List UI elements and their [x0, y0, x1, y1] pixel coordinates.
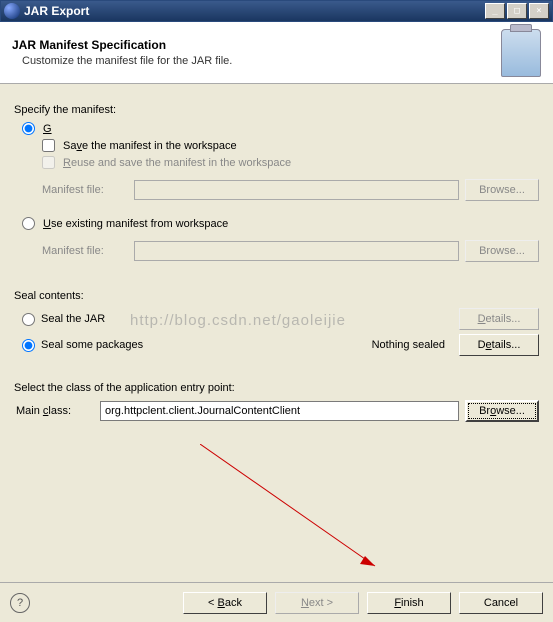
annotation-arrow [200, 444, 400, 584]
seal-section-label: Seal contents: [14, 290, 539, 302]
window-title: JAR Export [24, 4, 485, 18]
manifest-file-input-1 [134, 180, 459, 200]
cancel-button[interactable]: Cancel [459, 592, 543, 614]
main-class-input[interactable] [100, 401, 459, 421]
generate-manifest-radio-row: G [22, 122, 539, 135]
finish-button[interactable]: Finish [367, 592, 451, 614]
jar-icon [501, 29, 541, 77]
browse-manifest-button-1: Browse... [465, 179, 539, 201]
browse-manifest-button-2: Browse... [465, 240, 539, 262]
seal-jar-label: Seal the JAR [41, 313, 105, 325]
manifest-file-label-2: Manifest file: [42, 245, 128, 257]
seal-some-details-button[interactable]: Details... [459, 334, 539, 356]
seal-some-label: Seal some packages [41, 339, 143, 351]
wizard-banner: JAR Manifest Specification Customize the… [0, 22, 553, 84]
wizard-button-bar: ? < Back Next > Finish Cancel [0, 582, 553, 622]
generate-manifest-radio[interactable] [22, 122, 35, 135]
seal-some-radio[interactable] [22, 339, 35, 352]
main-class-label: Main class: [16, 405, 94, 417]
manifest-section-label: Specify the manifest: [14, 104, 539, 116]
banner-subtitle: Customize the manifest file for the JAR … [12, 55, 232, 67]
reuse-manifest-checkbox [42, 156, 55, 169]
save-manifest-label: Save the manifest in the workspace [63, 140, 237, 152]
use-existing-manifest-label: Use existing manifest from workspace [43, 218, 228, 230]
title-bar: JAR Export _ □ × [0, 0, 553, 22]
seal-status: Nothing sealed [372, 339, 445, 351]
seal-jar-details-button: Details... [459, 308, 539, 330]
browse-main-class-button[interactable]: Browse... [465, 400, 539, 422]
generate-manifest-label: G [43, 123, 52, 135]
manifest-file-label-1: Manifest file: [42, 184, 128, 196]
save-manifest-checkbox[interactable] [42, 139, 55, 152]
manifest-file-input-2 [134, 241, 459, 261]
app-icon [4, 3, 20, 19]
help-button[interactable]: ? [10, 593, 30, 613]
seal-jar-radio[interactable] [22, 313, 35, 326]
next-button: Next > [275, 592, 359, 614]
close-button[interactable]: × [529, 3, 549, 19]
use-existing-radio-row: Use existing manifest from workspace [22, 217, 539, 230]
use-existing-manifest-radio[interactable] [22, 217, 35, 230]
maximize-button[interactable]: □ [507, 3, 527, 19]
back-button[interactable]: < Back [183, 592, 267, 614]
banner-title: JAR Manifest Specification [12, 38, 232, 52]
reuse-manifest-label: Reuse and save the manifest in the works… [63, 157, 291, 169]
minimize-button[interactable]: _ [485, 3, 505, 19]
wizard-content: Specify the manifest: G Save the manifes… [0, 84, 553, 582]
entry-section-label: Select the class of the application entr… [14, 382, 539, 394]
